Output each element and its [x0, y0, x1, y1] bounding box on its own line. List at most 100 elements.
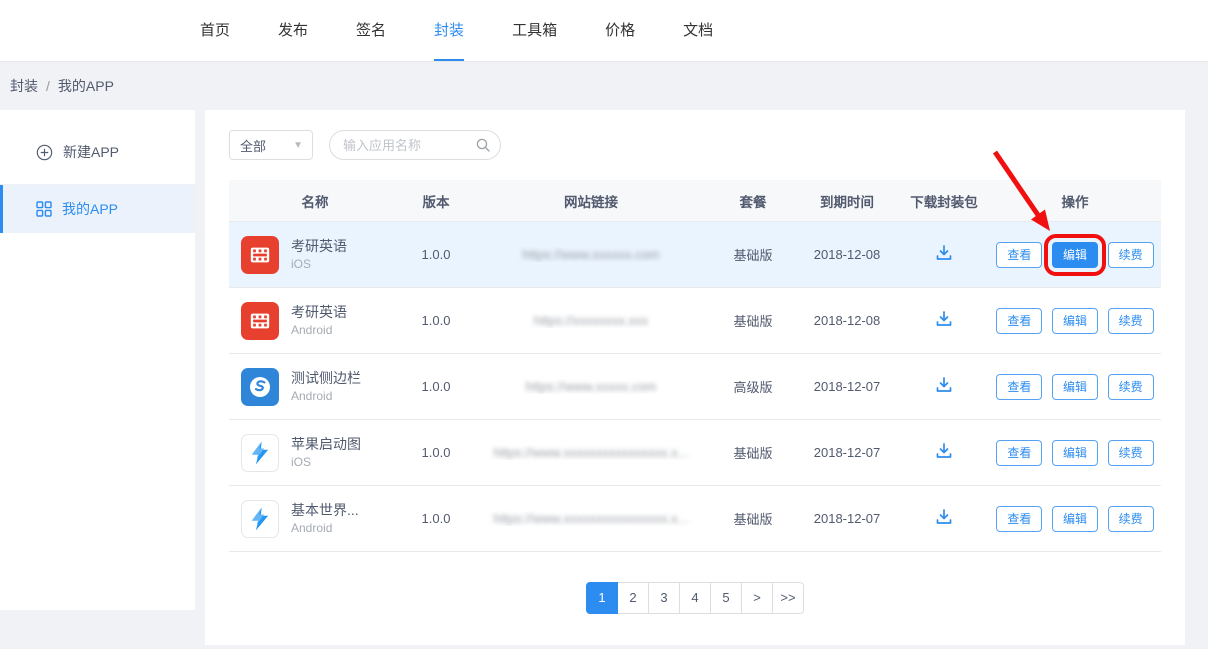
app-plan: 基础版: [711, 311, 795, 330]
expiry-date: 2018-12-08: [795, 313, 899, 328]
view-button[interactable]: 查看: [996, 440, 1042, 466]
pagination-page-1[interactable]: 1: [586, 582, 618, 614]
download-icon[interactable]: [934, 507, 954, 527]
app-name: 考研英语: [291, 237, 347, 256]
nav-item-sign[interactable]: 签名: [356, 0, 386, 61]
expiry-date: 2018-12-07: [795, 379, 899, 394]
app-platform: Android: [291, 520, 359, 536]
pagination-next-icon[interactable]: >: [741, 582, 773, 614]
breadcrumb-separator: /: [46, 78, 50, 94]
app-plan: 高级版: [711, 377, 795, 396]
edit-button[interactable]: 编辑: [1052, 506, 1098, 532]
film-app-icon: [241, 236, 279, 274]
site-url: https://www.xxxxxx.com: [522, 247, 659, 262]
view-button[interactable]: 查看: [996, 506, 1042, 532]
grid-icon: [36, 201, 52, 217]
app-plan: 基础版: [711, 245, 795, 264]
nav-item-docs[interactable]: 文档: [683, 0, 713, 61]
table-row[interactable]: 测试侧边栏 Android 1.0.0 https://www.xxxxx.co…: [229, 354, 1161, 420]
filter-value: 全部: [240, 136, 266, 155]
app-name: 测试侧边栏: [291, 369, 361, 388]
renew-button[interactable]: 续费: [1108, 308, 1154, 334]
app-version: 1.0.0: [401, 313, 471, 328]
app-platform: Android: [291, 322, 347, 338]
edit-button[interactable]: 编辑: [1052, 308, 1098, 334]
download-icon[interactable]: [934, 243, 954, 263]
pagination-page-2[interactable]: 2: [617, 582, 649, 614]
site-url: https://www.xxxxxxxxxxxxxxxx.x...: [493, 511, 688, 526]
renew-button[interactable]: 续费: [1108, 440, 1154, 466]
download-icon[interactable]: [934, 375, 954, 395]
pagination-page-3[interactable]: 3: [648, 582, 680, 614]
app-platform: iOS: [291, 256, 347, 272]
download-icon[interactable]: [934, 309, 954, 329]
site-url: https://www.xxxxx.com: [526, 379, 657, 394]
col-header-name: 名称: [229, 191, 401, 211]
app-version: 1.0.0: [401, 445, 471, 460]
app-plan: 基础版: [711, 509, 795, 528]
table-row[interactable]: 苹果启动图 iOS 1.0.0 https://www.xxxxxxxxxxxx…: [229, 420, 1161, 486]
sidebar-item-my-app[interactable]: 我的APP: [0, 185, 195, 233]
table-row[interactable]: 考研英语 Android 1.0.0 https://xxxxxxxx.xxx …: [229, 288, 1161, 354]
search-icon[interactable]: [475, 137, 491, 153]
table-body: 考研英语 iOS 1.0.0 https://www.xxxxxx.com 基础…: [229, 222, 1161, 552]
film-app-icon: [241, 302, 279, 340]
app-name: 考研英语: [291, 303, 347, 322]
edit-button[interactable]: 编辑: [1052, 440, 1098, 466]
app-name: 基本世界...: [291, 501, 359, 520]
table-row[interactable]: 考研英语 iOS 1.0.0 https://www.xxxxxx.com 基础…: [229, 222, 1161, 288]
nav-item-home[interactable]: 首页: [200, 0, 230, 61]
pagination-last-icon[interactable]: >>: [772, 582, 804, 614]
site-url: https://xxxxxxxx.xxx: [534, 313, 648, 328]
chevron-down-icon: ▼: [293, 140, 303, 151]
sidebar-item-label: 我的APP: [62, 199, 118, 219]
nav-item-publish[interactable]: 发布: [278, 0, 308, 61]
nav-item-price[interactable]: 价格: [605, 0, 635, 61]
app-version: 1.0.0: [401, 511, 471, 526]
top-nav: 首页 发布 签名 封装 工具箱 价格 文档: [0, 0, 1208, 62]
app-platform: Android: [291, 388, 361, 404]
plus-circle-icon: [36, 144, 53, 161]
view-button[interactable]: 查看: [996, 374, 1042, 400]
flash-app-icon: [241, 500, 279, 538]
table-row[interactable]: 基本世界... Android 1.0.0 https://www.xxxxxx…: [229, 486, 1161, 552]
edit-button[interactable]: 编辑: [1052, 374, 1098, 400]
app-plan: 基础版: [711, 443, 795, 462]
view-button[interactable]: 查看: [996, 308, 1042, 334]
expiry-date: 2018-12-07: [795, 511, 899, 526]
edit-button[interactable]: 编辑: [1052, 242, 1098, 268]
breadcrumb-current: 我的APP: [58, 76, 114, 96]
sidebar-item-new-app[interactable]: 新建APP: [0, 130, 195, 174]
download-icon[interactable]: [934, 441, 954, 461]
renew-button[interactable]: 续费: [1108, 374, 1154, 400]
app-name: 苹果启动图: [291, 435, 361, 454]
breadcrumb-section[interactable]: 封装: [10, 76, 38, 96]
main-panel: 全部 ▼ 名称 版本 网站链接 套餐 到期时间 下载封装包 操作 考研英语: [205, 110, 1185, 645]
breadcrumb: 封装 / 我的APP: [0, 62, 1208, 110]
app-table: 名称 版本 网站链接 套餐 到期时间 下载封装包 操作 考研英语 iOS 1.0…: [229, 180, 1161, 552]
col-header-version: 版本: [401, 191, 471, 211]
col-header-plan: 套餐: [711, 191, 795, 211]
nav-item-toolbox[interactable]: 工具箱: [512, 0, 557, 61]
col-header-expiry: 到期时间: [795, 191, 899, 211]
renew-button[interactable]: 续费: [1108, 506, 1154, 532]
nav-item-package[interactable]: 封装: [434, 0, 464, 61]
app-platform: iOS: [291, 454, 361, 470]
expiry-date: 2018-12-07: [795, 445, 899, 460]
view-button[interactable]: 查看: [996, 242, 1042, 268]
expiry-date: 2018-12-08: [795, 247, 899, 262]
renew-button[interactable]: 续费: [1108, 242, 1154, 268]
table-header: 名称 版本 网站链接 套餐 到期时间 下载封装包 操作: [229, 180, 1161, 222]
compass-app-icon: [241, 368, 279, 406]
pagination-page-5[interactable]: 5: [710, 582, 742, 614]
toolbar: 全部 ▼: [229, 130, 1161, 160]
site-url: https://www.xxxxxxxxxxxxxxxx.x...: [493, 445, 688, 460]
filter-dropdown[interactable]: 全部 ▼: [229, 130, 313, 160]
flash-app-icon: [241, 434, 279, 472]
pagination-page-4[interactable]: 4: [679, 582, 711, 614]
sidebar-item-label: 新建APP: [63, 142, 119, 162]
col-header-actions: 操作: [989, 191, 1161, 211]
pagination: 1 2 3 4 5 > >>: [229, 582, 1161, 614]
col-header-download: 下载封装包: [899, 191, 989, 211]
col-header-url: 网站链接: [471, 191, 711, 211]
